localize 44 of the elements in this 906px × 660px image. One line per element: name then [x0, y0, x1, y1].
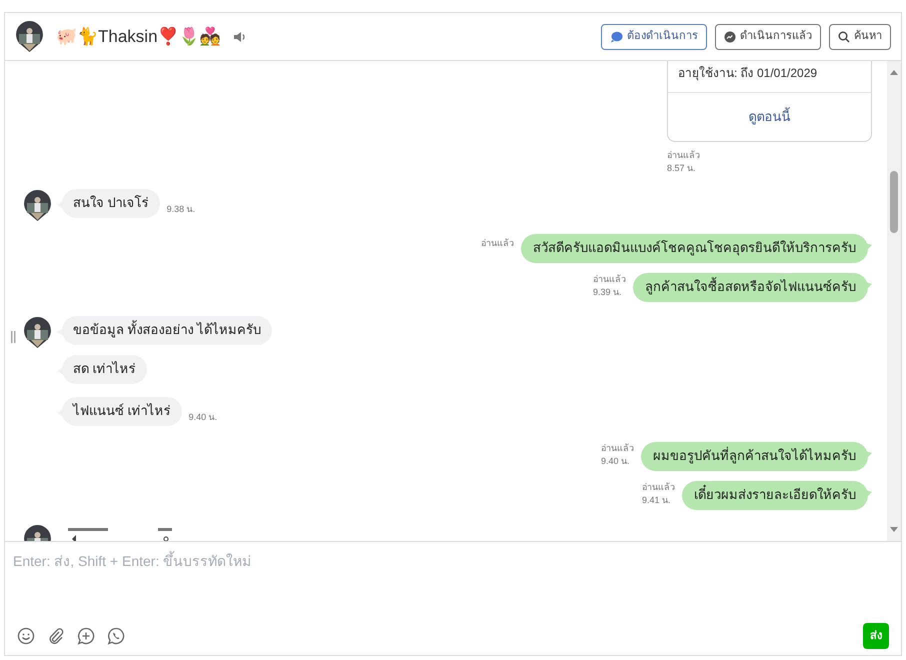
timestamp: 9.41 น. [642, 494, 672, 506]
bubble-tail-icon [866, 242, 872, 250]
message-bubble: สนใจ ปาเจโร่ [62, 188, 160, 218]
bubble-tail-icon [866, 450, 872, 458]
bubble-tail-icon [866, 282, 872, 290]
view-now-link[interactable]: ดูตอนนี้ [748, 107, 790, 126]
scrollbar-thumb[interactable] [890, 171, 898, 233]
timestamp: 9.40 น. [188, 411, 218, 424]
chat-bubble-icon [610, 30, 623, 42]
scrollbar[interactable] [887, 61, 901, 541]
status-button[interactable]: ดำเนินการแล้ว [715, 24, 821, 50]
emoji-icon[interactable] [17, 627, 35, 645]
message-bubble: ขอข้อมูล ทั้งสองอย่าง ได้ไหมครับ [62, 316, 272, 344]
message-input[interactable]: Enter: ส่ง, Shift + Enter: ขึ้นบรรทัดใหม่ [13, 542, 893, 623]
message-bubble: สด เท่าไหร่ [62, 354, 147, 384]
message-bubble: สวัสดีครับแอดมินแบงค์โชคคูณโชคอุดรยินดีให้บริการครับ [521, 234, 868, 262]
read-label: อ่านแล้ว [601, 442, 634, 454]
message-bubble: เดี๋ยวผมส่งรายละเอียดให้ครับ [682, 480, 868, 510]
speaker-icon[interactable] [232, 30, 246, 42]
read-label: อ่านแล้ว [667, 148, 701, 162]
timestamp: 9.38 น. [166, 203, 196, 216]
contact-name: 🐖🐈Thaksin❣🌷💑 [56, 26, 221, 48]
timestamp: 9.40 น. [601, 454, 631, 468]
card-text: อายุใช้งาน: ถึง 01/01/2029 [677, 65, 818, 82]
message-bubble: ลูกค้าสนใจซื้อสดหรือจัดไฟแนนซ์ครับ [633, 272, 868, 302]
read-label: อ่านแล้ว [593, 272, 626, 286]
message-bubble: ผมขอรูปคันที่ลูกค้าสนใจได้ไหมครับ [641, 442, 868, 470]
search-button[interactable]: ค้นหา [829, 24, 891, 50]
search-icon [838, 30, 850, 42]
read-label: อ่านแล้ว [642, 480, 675, 494]
paperclip-icon[interactable] [47, 627, 65, 645]
status-button[interactable]: ต้องดำเนินการ [601, 24, 707, 50]
drag-handle-icon[interactable] [11, 330, 16, 342]
message-bubble: ไฟแนนซ์ เท่าไหร่ [62, 396, 182, 426]
avatar [15, 20, 44, 53]
avatar [23, 316, 52, 348]
phone-chat-icon[interactable] [107, 627, 125, 645]
avatar [23, 188, 52, 222]
timestamp: 9.39 น. [593, 286, 623, 298]
messenger-icon [724, 30, 736, 42]
read-label: อ่านแล้ว [481, 236, 514, 250]
add-chat-icon[interactable] [77, 627, 95, 645]
timestamp: 8.57 น. [667, 162, 697, 174]
bubble-tail-icon [866, 490, 872, 498]
